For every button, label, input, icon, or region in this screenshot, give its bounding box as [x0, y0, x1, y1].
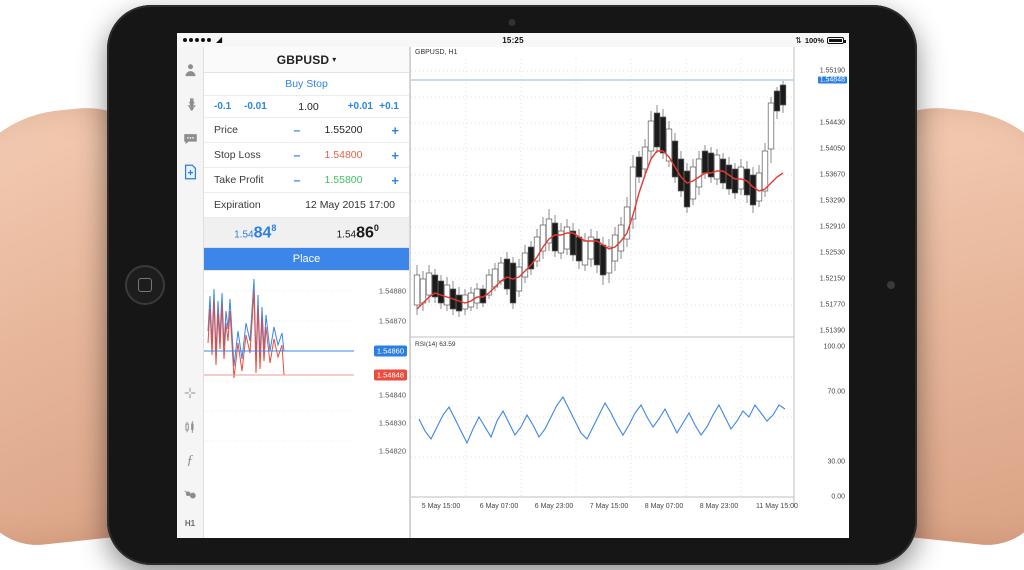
- home-square-icon: [138, 278, 152, 292]
- chat-icon[interactable]: [179, 121, 201, 155]
- rsi-axis-label: 100.00: [823, 343, 845, 351]
- stop-loss-decrement-button[interactable]: –: [286, 148, 308, 162]
- expiration-label: Expiration: [214, 199, 261, 211]
- crosshair-icon[interactable]: [179, 376, 201, 410]
- battery-percent: 100%: [804, 35, 824, 45]
- mini-bid-badge: 1.54860: [373, 345, 407, 357]
- symbol-name: GBPUSD: [276, 52, 330, 67]
- stop-loss-increment-button[interactable]: +: [379, 148, 399, 163]
- bluetooth-icon: ⇅: [795, 35, 802, 45]
- time-axis-label: 8 May 07:00: [644, 503, 684, 510]
- rsi-axis-label: 30.00: [827, 458, 845, 466]
- expiration-value: 12 May 2015 17:00: [305, 199, 395, 211]
- home-button[interactable]: [125, 265, 165, 305]
- mini-price-label: 1.54880: [378, 286, 406, 296]
- price-axis-label: 1.52150: [819, 275, 845, 283]
- signal-strength-icon: [183, 38, 211, 42]
- price-axis-label: 1.51770: [819, 301, 845, 309]
- ask-prefix: 1.54: [336, 229, 357, 241]
- chart-symbol-label: GBPUSD, H1: [415, 49, 458, 56]
- mini-ask-badge: 1.54848: [373, 369, 407, 381]
- status-bar-time: 15:25: [502, 35, 524, 45]
- stop-loss-value[interactable]: 1.54800: [308, 149, 379, 161]
- bid-price[interactable]: 1.54848: [204, 222, 307, 242]
- price-axis-label: 1.52910: [819, 223, 845, 231]
- take-profit-increment-button[interactable]: +: [379, 173, 399, 188]
- candlestick-icon[interactable]: [179, 410, 201, 444]
- price-decrement-button[interactable]: –: [286, 123, 308, 137]
- quote-row: 1.54848 1.54860: [204, 218, 409, 248]
- price-axis-label: 1.55190: [819, 67, 845, 75]
- scene: ◢ 15:25 ⇅ 100% ƒ H1 GBPUSD ▾ Buy Stop -0…: [0, 0, 1024, 570]
- sensor-icon: [887, 281, 895, 289]
- new-order-icon[interactable]: [179, 155, 201, 189]
- time-axis-label: 7 May 15:00: [589, 503, 629, 510]
- take-profit-row: Take Profit – 1.55800 +: [204, 168, 409, 193]
- rsi-axis-label: 70.00: [827, 388, 845, 396]
- time-axis-label: 5 May 15:00: [421, 503, 461, 510]
- app-body: ƒ H1 GBPUSD ▾ Buy Stop -0.1 -0.01 1.00 +…: [177, 47, 849, 538]
- symbol-selector[interactable]: GBPUSD ▾: [204, 47, 409, 73]
- tablet-screen: ◢ 15:25 ⇅ 100% ƒ H1 GBPUSD ▾ Buy Stop -0…: [177, 33, 849, 538]
- bid-prefix: 1.54: [234, 229, 254, 241]
- price-label: Price: [214, 124, 238, 136]
- place-order-button[interactable]: Place: [204, 248, 409, 270]
- timeframe-label[interactable]: H1: [185, 512, 195, 538]
- price-axis-label: 1.52530: [819, 249, 845, 257]
- stop-loss-row: Stop Loss – 1.54800 +: [204, 143, 409, 168]
- take-profit-value[interactable]: 1.55800: [308, 174, 379, 186]
- volume-minus-small-button[interactable]: -0.01: [244, 101, 278, 112]
- status-bar: ◢ 15:25 ⇅ 100%: [177, 33, 849, 47]
- ask-big: 86: [356, 224, 374, 242]
- wifi-icon: ◢: [216, 35, 223, 44]
- mini-price-label: 1.54870: [378, 316, 406, 326]
- front-camera-icon: [508, 19, 516, 26]
- tablet-device: ◢ 15:25 ⇅ 100% ƒ H1 GBPUSD ▾ Buy Stop -0…: [107, 5, 917, 565]
- price-axis-label: 1.54430: [819, 119, 845, 127]
- rsi-indicator-label: RSI(14) 63.59: [415, 341, 456, 348]
- objects-icon[interactable]: [179, 478, 201, 512]
- chevron-down-icon: ▾: [332, 55, 337, 64]
- take-profit-decrement-button[interactable]: –: [286, 173, 308, 187]
- mini-price-label: 1.54820: [378, 446, 406, 456]
- indicators-icon[interactable]: ƒ: [179, 444, 201, 478]
- quotes-icon[interactable]: [179, 87, 201, 121]
- rsi-axis-label: 0.00: [831, 493, 845, 501]
- time-axis-label: 6 May 23:00: [534, 503, 574, 510]
- price-axis-label: 1.54050: [819, 145, 845, 153]
- price-axis-label: 1.53670: [819, 171, 845, 179]
- time-axis-label: 8 May 23:00: [699, 503, 739, 510]
- time-axis-label: 6 May 07:00: [479, 503, 519, 510]
- ask-sup: 0: [373, 222, 379, 233]
- price-chart[interactable]: GBPUSD, H1 RSI(14) 63.59 1.55190 1.54848…: [410, 47, 849, 538]
- expiration-row[interactable]: Expiration 12 May 2015 17:00: [204, 193, 409, 218]
- bid-sup: 8: [271, 222, 277, 233]
- volume-plus-small-button[interactable]: +0.01: [339, 101, 373, 112]
- price-row: Price – 1.55200 +: [204, 118, 409, 143]
- chart-svg: [411, 47, 795, 507]
- price-increment-button[interactable]: +: [379, 123, 399, 138]
- accounts-icon[interactable]: [179, 53, 201, 87]
- time-axis-label: 11 May 15:00: [756, 503, 798, 510]
- volume-value[interactable]: 1.00: [278, 101, 339, 113]
- mini-tick-chart[interactable]: 1.54880 1.54870 1.54860 1.54848 1.54840 …: [204, 270, 409, 538]
- ask-price[interactable]: 1.54860: [307, 222, 410, 242]
- bid-big: 84: [253, 224, 272, 242]
- price-value[interactable]: 1.55200: [308, 124, 379, 136]
- take-profit-label: Take Profit: [214, 174, 264, 186]
- mini-price-label: 1.54830: [378, 418, 406, 428]
- volume-row: -0.1 -0.01 1.00 +0.01 +0.1: [204, 96, 409, 118]
- stop-loss-label: Stop Loss: [214, 149, 261, 161]
- volume-minus-large-button[interactable]: -0.1: [214, 101, 244, 112]
- battery-icon: [827, 36, 846, 44]
- left-icon-rail: ƒ H1: [177, 47, 204, 538]
- price-axis-label: 1.53290: [819, 197, 845, 205]
- volume-plus-large-button[interactable]: +0.1: [373, 101, 399, 112]
- mini-price-label: 1.54840: [378, 390, 406, 400]
- current-price-label: 1.54848: [817, 76, 847, 84]
- order-panel: GBPUSD ▾ Buy Stop -0.1 -0.01 1.00 +0.01 …: [204, 47, 410, 538]
- price-axis-label: 1.51390: [819, 327, 845, 335]
- order-type-selector[interactable]: Buy Stop: [204, 73, 409, 96]
